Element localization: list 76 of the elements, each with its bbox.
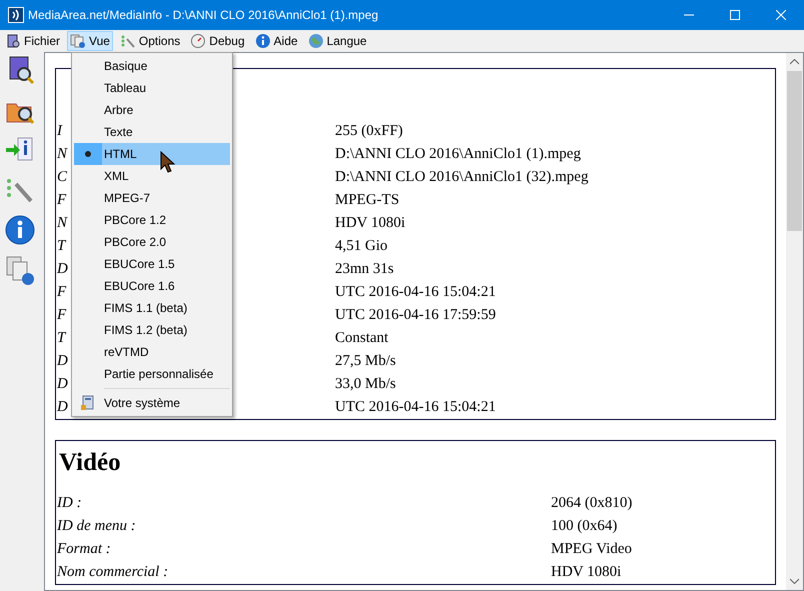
computer-icon [81, 395, 95, 411]
field-label: I [57, 123, 62, 140]
mouse-cursor-icon [160, 151, 176, 175]
field-label: N [57, 215, 68, 232]
field-value: 4,51 Gio [335, 237, 388, 256]
gauge-icon [190, 33, 206, 49]
field-label: C [57, 169, 68, 186]
field-value: 255 (0xFF) [335, 122, 403, 142]
field-label: D [57, 376, 68, 392]
field-label: D [57, 353, 68, 370]
menu-option[interactable]: XML [74, 165, 230, 187]
scrollbar[interactable] [786, 53, 803, 590]
menu-item[interactable]: Debug [187, 31, 248, 51]
field-value: D:\ANNI CLO 2016\AnniClo1 (32).mpeg [335, 168, 588, 188]
field-value: D:\ANNI CLO 2016\AnniClo1 (1).mpeg [335, 145, 581, 164]
menu-option[interactable]: PBCore 1.2 [74, 209, 230, 231]
field-value: HDV 1080i [551, 563, 622, 582]
menu-item[interactable]: Langue [304, 31, 370, 51]
menu-item[interactable]: Options [116, 31, 184, 51]
menu-item[interactable]: Fichier [2, 31, 64, 51]
field-label: D [57, 399, 68, 416]
menu-item[interactable]: Aide [252, 31, 301, 51]
field-value: 100 (0x64) [551, 517, 618, 536]
scroll-down-icon[interactable] [790, 578, 799, 584]
menu-option[interactable]: Votre système [74, 392, 230, 414]
field-value: HDV 1080i [335, 214, 406, 234]
field-label: F [57, 307, 66, 324]
menu-option[interactable]: HTML [74, 143, 230, 165]
field-value: 2064 (0x810) [551, 494, 632, 514]
field-label: T [57, 330, 66, 346]
section-heading: Vidéo [58, 448, 122, 478]
globe-icon [308, 33, 324, 49]
field-value: UTC 2016-04-16 17:59:59 [335, 306, 496, 326]
field-value: 23mn 31s [335, 260, 394, 280]
info-icon[interactable] [4, 214, 36, 246]
field-value: UTC 2016-04-16 15:04:21 [335, 398, 496, 418]
menu-option[interactable]: Arbre [74, 99, 230, 121]
field-label: Nom commercial : [57, 564, 168, 580]
menu-item[interactable]: Vue [67, 31, 113, 51]
menu-option[interactable]: Basique [74, 55, 230, 77]
field-label: Format : [57, 541, 111, 558]
field-label: T [57, 238, 66, 254]
field-label: F [57, 284, 66, 300]
menu-option[interactable]: PBCore 2.0 [74, 231, 230, 253]
wrench-icon [120, 33, 136, 49]
field-value: MPEG Video [551, 540, 632, 560]
documents-icon [70, 33, 86, 49]
maximize-icon [730, 10, 740, 20]
field-label: ID de menu : [57, 518, 136, 534]
menu-option[interactable]: Texte [74, 121, 230, 143]
menu-option[interactable]: MPEG-7 [74, 187, 230, 209]
menu-option[interactable]: Partie personnalisée [74, 363, 230, 385]
menu-option[interactable]: FIMS 1.2 (beta) [74, 319, 230, 341]
menu-option[interactable]: EBUCore 1.6 [74, 275, 230, 297]
field-value: Constant [335, 329, 388, 348]
field-value: 33,0 Mb/s [335, 375, 396, 394]
field-label: ID : [57, 495, 82, 512]
field-value: 27,5 Mb/s [335, 352, 396, 372]
window-title: MediaArea.net/MediaInfo - D:\ANNI CLO 2016\AnniClo1 (1).mpeg [28, 7, 380, 24]
menu-option[interactable]: EBUCore 1.5 [74, 253, 230, 275]
field-label: F [57, 192, 66, 208]
scroll-up-icon[interactable] [790, 59, 799, 65]
field-label: N [57, 146, 68, 162]
field-value: UTC 2016-04-16 15:04:21 [335, 283, 496, 302]
close-icon [776, 10, 786, 20]
radio-dot-icon [85, 151, 91, 157]
menu-option[interactable]: FIMS 1.1 (beta) [74, 297, 230, 319]
info-icon [254, 33, 271, 49]
documents-globe-icon[interactable] [4, 254, 36, 286]
scrollbar-thumb[interactable] [787, 71, 802, 231]
app-logo-icon [8, 7, 24, 23]
menu-option[interactable]: reVTMD [74, 341, 230, 363]
menu-option[interactable]: Tableau [74, 77, 230, 99]
field-value: MPEG-TS [335, 191, 400, 210]
document-icon [5, 33, 21, 49]
field-label: D [57, 261, 68, 278]
